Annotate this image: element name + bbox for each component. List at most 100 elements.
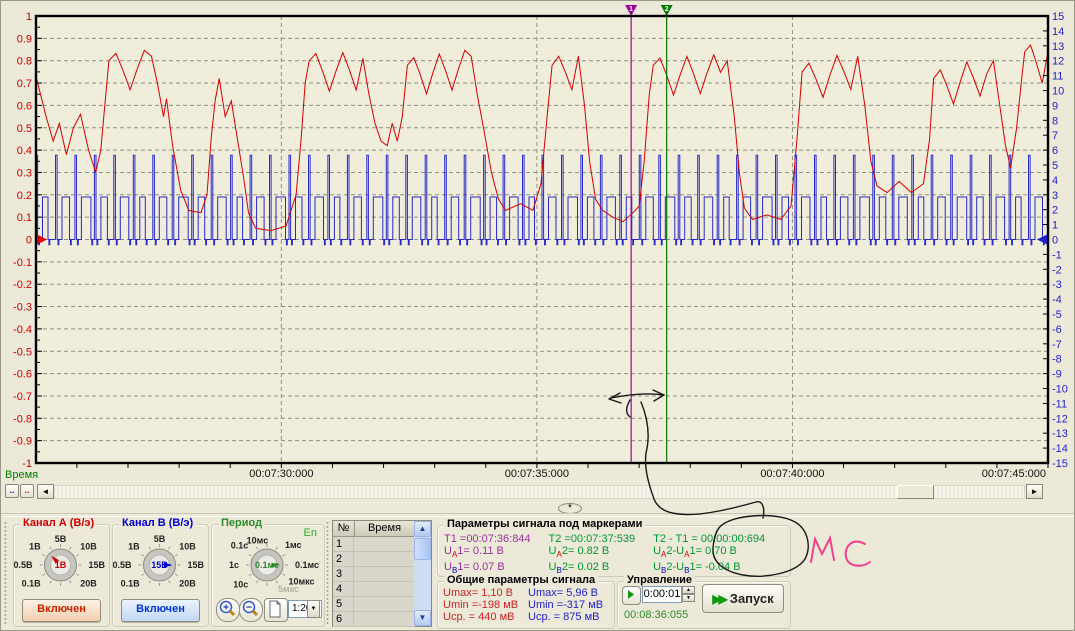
table-header-number[interactable]: № <box>333 521 355 537</box>
oscilloscope-chart[interactable]: 1210.90.80.70.60.50.40.30.20.10-0.1-0.2-… <box>1 1 1075 483</box>
table-scroll-thumb[interactable] <box>414 538 431 560</box>
interval-spinner: ▲ ▼ <box>682 586 695 603</box>
knob-dial-label: 10В <box>80 542 97 552</box>
panel-grip-mid[interactable] <box>325 521 330 626</box>
left-axis-label: -0.8 <box>13 413 32 425</box>
interval-spinbox[interactable]: 0:00:01 <box>642 586 682 603</box>
right-axis-label: 8 <box>1052 115 1058 127</box>
time-scrollbar: .. .. ◄ ► <box>1 484 1075 500</box>
scrollbar-track[interactable] <box>54 485 1025 499</box>
left-axis-label: 0.7 <box>17 78 32 90</box>
knob-dial-label: 1с <box>229 560 239 570</box>
right-axis-label: -11 <box>1052 398 1067 410</box>
time-axis-label: Время <box>5 469 38 481</box>
start-button-label: Запуск <box>730 591 774 606</box>
spin-up-button[interactable]: ▲ <box>682 586 695 594</box>
table-row[interactable]: 6 <box>333 612 415 627</box>
right-axis-label: -15 <box>1052 458 1068 470</box>
right-axis-label: 5 <box>1052 160 1058 172</box>
table-row[interactable]: 3 <box>333 567 415 582</box>
control-panel: Управление 0:00:01 ▲ ▼ ▶▶ Запуск 00:08:3… <box>617 581 791 629</box>
knob-dial-label: 10В <box>179 542 196 552</box>
right-axis-label: -8 <box>1052 354 1062 366</box>
left-axis-label: -0.1 <box>13 257 32 269</box>
left-axis-label: -0.7 <box>13 391 32 403</box>
right-axis-label: 14 <box>1052 26 1064 38</box>
knob-value: 1В <box>55 560 67 570</box>
left-axis-label: 0.4 <box>17 145 32 157</box>
table-scrollbar[interactable]: ▲▼ <box>414 521 431 626</box>
left-axis-label: 0.1 <box>17 212 32 224</box>
common-params-channel-a: Umax= 1,10 ВUmin =-198 мВUср. = 440 мВ <box>443 587 518 623</box>
knob-dial-label: 10мс <box>247 536 269 546</box>
panel-grip-left[interactable] <box>3 521 8 626</box>
right-axis-label: -12 <box>1052 413 1068 425</box>
left-axis-label: -0.9 <box>13 436 32 448</box>
left-axis-label: 0.3 <box>17 167 32 179</box>
channel-b-knob[interactable]: 15В5В10В15В20В0.1В0.5В1В <box>113 531 206 597</box>
left-axis-label: -0.3 <box>13 302 32 314</box>
period-title: Период <box>218 517 265 529</box>
scroll-left-button[interactable]: ◄ <box>37 484 54 499</box>
page-icon <box>265 599 285 619</box>
x-tick-label: 00:07:40:000 <box>760 468 824 480</box>
left-axis-label: 1 <box>26 11 32 23</box>
play-icon <box>623 587 638 602</box>
table-row[interactable]: 1 <box>333 537 415 552</box>
marker-params-column-3: T2 - T1 = 00:00:00:694UА2-UА1= 0.70 ВUВ2… <box>653 533 765 577</box>
dots-red-button[interactable]: .. <box>20 484 34 498</box>
start-button[interactable]: ▶▶ Запуск <box>702 584 784 613</box>
knob-dial-label: 0.5В <box>113 560 132 570</box>
table-row[interactable]: 4 <box>333 582 415 597</box>
table-scroll-up[interactable]: ▲ <box>414 521 431 537</box>
right-axis-label: -4 <box>1052 294 1062 306</box>
left-axis-label: -0.6 <box>13 369 32 381</box>
right-axis-label: 13 <box>1052 41 1064 53</box>
zoom-out-button[interactable] <box>239 598 263 622</box>
table-header-time[interactable]: Время <box>355 521 415 537</box>
knob-dial-label: 15В <box>188 560 205 570</box>
common-params-panel: Общие параметры сигнала Umax= 1,10 ВUmin… <box>437 581 615 629</box>
knob-dial-label: 5В <box>55 534 67 544</box>
right-axis-label: -5 <box>1052 309 1062 321</box>
scroll-right-button[interactable]: ► <box>1026 484 1043 499</box>
right-axis-label: 2 <box>1052 205 1058 217</box>
zoom-in-button[interactable] <box>216 598 240 622</box>
knob-dial-label: 20В <box>80 578 97 588</box>
common-params-channel-b: Umax= 5,96 ВUmin =-317 мВUср. = 875 мВ <box>528 587 603 623</box>
new-page-button[interactable] <box>264 598 288 622</box>
knob-dial-label: 0.1В <box>22 578 42 588</box>
right-axis-label: -10 <box>1052 384 1068 396</box>
knob-dial-label: 1мс <box>285 540 302 550</box>
channel-b-power-button[interactable]: Включен <box>121 599 200 622</box>
left-axis-label: -0.5 <box>13 346 32 358</box>
spin-down-button[interactable]: ▼ <box>682 594 695 602</box>
control-title: Управление <box>624 574 695 586</box>
channel-b-panel: Канал В (В/э) 15В5В10В15В20В0.1В0.5В1В В… <box>112 524 209 627</box>
zoom-in-icon <box>217 599 237 619</box>
scrollbar-thumb[interactable] <box>897 485 934 499</box>
channel-a-knob[interactable]: 1В5В10В15В20В0.1В0.5В1В <box>14 531 107 597</box>
knob-value: 0.1мс <box>255 560 279 570</box>
right-axis-label: -14 <box>1052 443 1068 455</box>
table-scroll-down[interactable]: ▼ <box>414 610 431 626</box>
table-row[interactable]: 5 <box>333 597 415 612</box>
knob-dial-label: 0.1с <box>231 541 249 551</box>
knob-dial-label: 1В <box>29 542 41 552</box>
period-knob[interactable]: 0.1мс10мс1мс0.1мс10мкс5мкс10с1с0.1с <box>212 531 322 597</box>
table-row[interactable]: 2 <box>333 552 415 567</box>
right-axis-label: 11 <box>1052 71 1063 83</box>
play-button[interactable] <box>622 586 641 605</box>
events-table[interactable]: №Время123456▲▼ <box>332 520 432 627</box>
left-axis-label: -0.2 <box>13 279 32 291</box>
right-axis-label: -9 <box>1052 369 1062 381</box>
svg-text:2: 2 <box>665 6 669 13</box>
dots-blue-button[interactable]: .. <box>5 484 19 498</box>
left-axis-label: 0.6 <box>17 100 32 112</box>
marker-params-column-1: T1 =00:07:36:844UА1= 0.11 ВUВ1= 0.07 В <box>444 533 531 577</box>
marker-params-title: Параметры сигнала под маркерами <box>444 518 645 530</box>
scale-select-arrow[interactable]: ▼ <box>307 600 320 618</box>
channel-a-power-button[interactable]: Включен <box>22 599 101 622</box>
right-axis-label: 6 <box>1052 145 1058 157</box>
oscilloscope-window: 1210.90.80.70.60.50.40.30.20.10-0.1-0.2-… <box>0 0 1075 631</box>
